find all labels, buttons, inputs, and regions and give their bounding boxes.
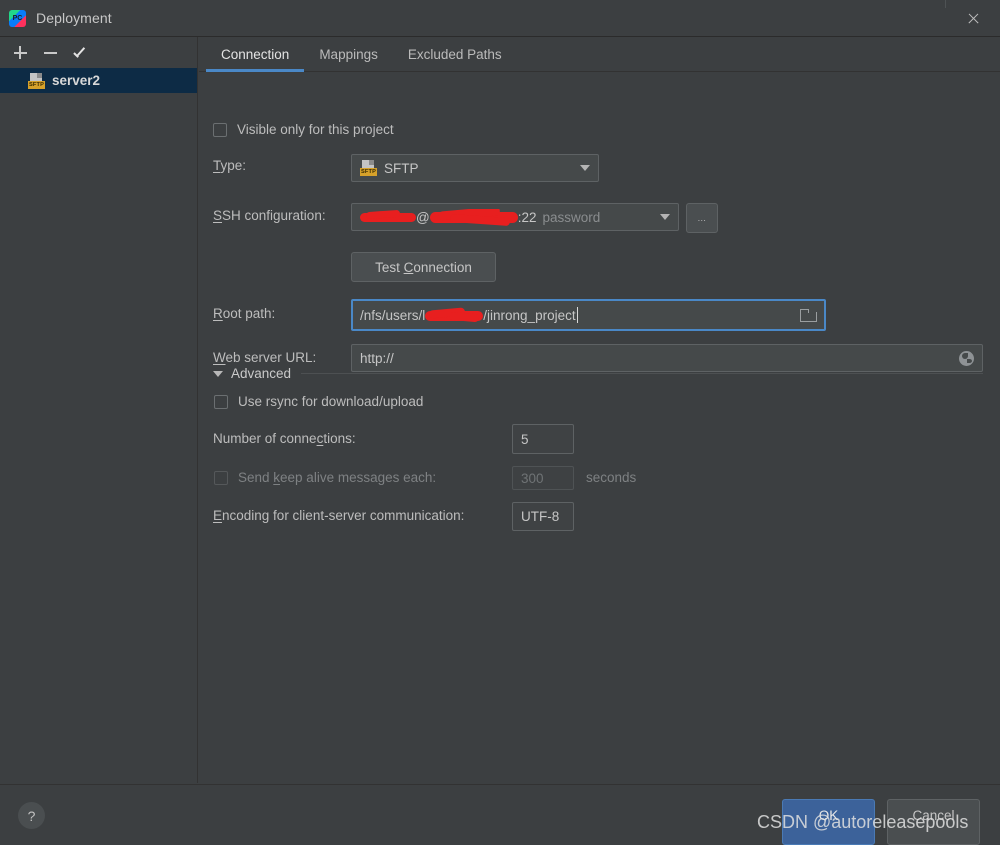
question-icon: ? <box>27 807 36 824</box>
use-rsync-label: Use rsync for download/upload <box>238 394 424 409</box>
test-connection-label: Test Connection <box>375 259 472 275</box>
keep-alive-interval-value: 300 <box>521 470 544 486</box>
watermark-text: CSDN @autoreleasepools <box>757 812 969 832</box>
advanced-section-title: Advanced <box>231 366 292 381</box>
web-server-url-label: Web server URL: <box>213 350 317 365</box>
plus-icon <box>13 46 27 59</box>
root-path-label: Root path: <box>213 306 276 321</box>
redacted-root-path-segment <box>425 306 484 323</box>
keep-alive-label: Send keep alive messages each: <box>238 470 437 485</box>
ssh-port-suffix: :22 <box>517 209 537 225</box>
number-of-connections-label: Number of connections: <box>213 431 356 446</box>
chevron-down-icon <box>660 214 670 220</box>
number-of-connections-input[interactable]: 5 <box>512 424 574 454</box>
globe-icon[interactable] <box>959 350 974 366</box>
number-of-connections-value: 5 <box>521 431 529 447</box>
deployment-dialog: Deployment SFTP server2 <box>0 0 1000 845</box>
web-server-url-label-wrap: Web server URL: <box>213 350 316 365</box>
type-value: SFTP <box>384 160 419 176</box>
folder-icon[interactable] <box>800 308 817 322</box>
encoding-label-wrap: Encoding for client-server communication… <box>213 508 464 523</box>
help-button[interactable]: ? <box>18 802 45 829</box>
close-icon <box>967 12 980 25</box>
type-dropdown[interactable]: SFTP SFTP <box>351 154 599 182</box>
server-list-item-server2[interactable]: SFTP server2 <box>0 68 197 93</box>
keep-alive-units-label: seconds <box>586 470 637 485</box>
visible-only-row[interactable]: Visible only for this project <box>213 122 394 137</box>
keep-alive-row[interactable]: Send keep alive messages each: <box>214 470 436 485</box>
pycharm-icon <box>9 9 26 27</box>
sftp-icon: SFTP <box>28 72 45 89</box>
ssh-configuration-dropdown[interactable]: @ :22 password <box>351 203 679 231</box>
number-of-connections-label-wrap: Number of connections: <box>213 431 356 446</box>
use-rsync-checkbox[interactable] <box>214 394 228 409</box>
encoding-dropdown[interactable]: UTF-8 <box>512 502 574 531</box>
minus-icon <box>43 46 57 59</box>
type-label-wrap: Type: <box>213 158 246 173</box>
tab-connection[interactable]: Connection <box>206 47 305 72</box>
server-list-panel: SFTP server2 <box>0 37 198 783</box>
close-window-button[interactable] <box>946 0 1000 36</box>
ssh-auth-hint: password <box>542 209 601 225</box>
keep-alive-checkbox[interactable] <box>214 470 228 485</box>
add-server-button[interactable] <box>6 40 34 66</box>
tab-excluded-paths[interactable]: Excluded Paths <box>393 47 517 71</box>
root-path-value-prefix: /nfs/users/l <box>360 307 426 323</box>
keep-alive-interval-input[interactable]: 300 <box>512 466 574 490</box>
set-default-button[interactable] <box>66 40 94 66</box>
remove-server-button[interactable] <box>36 40 64 66</box>
title-bar: Deployment <box>0 0 1000 37</box>
connection-panel: Connection Mappings Excluded Paths Visib… <box>199 37 1000 783</box>
connection-form: Visible only for this project Type: SFTP… <box>199 72 1000 372</box>
ssh-configuration-label: SSH configuration: <box>213 208 326 223</box>
chevron-down-icon <box>580 165 590 171</box>
type-label: Type: <box>213 158 247 173</box>
ellipsis-icon: … <box>697 212 707 223</box>
encoding-value: UTF-8 <box>521 509 560 524</box>
section-divider <box>301 373 983 374</box>
redacted-username <box>360 209 416 225</box>
server-list-toolbar <box>0 37 197 68</box>
test-connection-button[interactable]: Test Connection <box>351 252 496 282</box>
server-name-label: server2 <box>52 73 101 88</box>
visible-only-label: Visible only for this project <box>237 122 394 137</box>
root-path-label-wrap: Root path: <box>213 306 275 321</box>
chevron-down-icon <box>213 370 223 377</box>
redacted-host <box>429 208 518 226</box>
visible-only-checkbox[interactable] <box>213 122 227 137</box>
ssh-configuration-browse-button[interactable]: … <box>686 203 718 233</box>
sftp-badge-label: SFTP <box>28 80 45 89</box>
tab-mappings[interactable]: Mappings <box>304 47 393 71</box>
ssh-config-label-wrap: SSH configuration: <box>213 208 326 223</box>
use-rsync-row[interactable]: Use rsync for download/upload <box>214 394 423 409</box>
root-path-value-suffix: /jinrong_project <box>483 307 576 323</box>
sftp-icon: SFTP <box>360 160 377 176</box>
check-icon <box>73 46 87 59</box>
encoding-label: Encoding for client-server communication… <box>213 508 465 523</box>
window-title: Deployment <box>36 10 112 26</box>
root-path-input[interactable]: /nfs/users/l /jinrong_project <box>351 299 826 331</box>
web-server-url-value: http:// <box>360 350 394 366</box>
tab-bar: Connection Mappings Excluded Paths <box>199 37 1000 72</box>
text-caret <box>576 307 578 323</box>
advanced-section-header[interactable]: Advanced <box>213 366 983 381</box>
